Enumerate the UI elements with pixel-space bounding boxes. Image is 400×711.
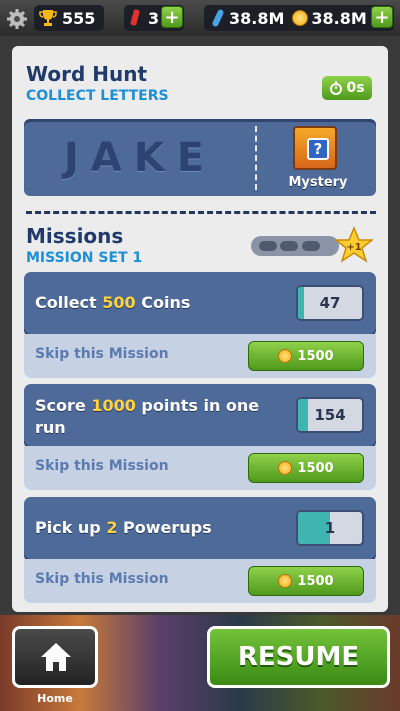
question-mark-icon: ? (307, 138, 329, 160)
home-icon (41, 643, 71, 671)
boards-count: 38.8M (229, 8, 285, 28)
mission-target: 2 (106, 518, 118, 537)
mission-text: Collect (35, 293, 103, 312)
stopwatch-icon (330, 81, 343, 95)
coin-icon (278, 574, 293, 588)
mission-description: Score 1000 points in one run (35, 395, 285, 439)
mission-text: Score (35, 396, 92, 415)
mission-description: Pick up 2 Powerups (35, 517, 285, 539)
skip-mission-label: Skip this Mission (35, 346, 169, 362)
trophy-count: 555 (62, 8, 96, 28)
skip-cost: 1500 (297, 348, 334, 364)
skip-mission-button[interactable]: 1500 (248, 566, 364, 596)
skip-mission-row: Skip this Mission 1500 (24, 559, 376, 603)
resume-button[interactable]: RESUME (207, 626, 390, 688)
trophy-icon (39, 10, 57, 26)
mission-target: 1000 (91, 396, 136, 415)
missions-title: Missions (26, 224, 124, 248)
mission-target: 500 (102, 293, 136, 312)
mission-progress-fill (298, 287, 304, 319)
mission-set-progress (251, 236, 339, 256)
word-hunt-subtitle: COLLECT LETTERS (26, 88, 169, 104)
word-divider (255, 126, 257, 190)
skip-cost: 1500 (297, 460, 334, 476)
mission-card: Collect 500 Coins 47 (24, 272, 376, 334)
hoverboard-icon (212, 9, 224, 27)
mission-counter-value: 47 (319, 294, 341, 312)
mission-counter: 47 (296, 285, 364, 321)
key-icon (130, 9, 140, 26)
mission-counter: 1 (296, 510, 364, 546)
progress-segment (301, 241, 320, 251)
home-button[interactable] (12, 626, 98, 688)
mystery-label: Mystery (288, 175, 348, 190)
add-coins-button[interactable]: + (371, 6, 393, 28)
timer-value: 0s (346, 80, 365, 96)
timer-badge: 0s (322, 76, 372, 100)
mission-text: Pick up (35, 518, 107, 537)
skip-mission-row: Skip this Mission 1500 (24, 334, 376, 378)
coin-icon (278, 461, 293, 475)
mission-set-label: MISSION SET 1 (26, 250, 143, 266)
mystery-box-icon: ? (293, 126, 337, 170)
progress-segment (258, 241, 277, 251)
progress-segment (280, 241, 298, 251)
mission-counter-value: 1 (324, 519, 336, 537)
star-multiplier-icon: +1 (335, 226, 373, 263)
keys-counter: 3 + (124, 5, 184, 31)
coins-count: 38.8M (311, 8, 367, 28)
skip-mission-row: Skip this Mission 1500 (24, 446, 376, 490)
word-hunt-letters: JAKE (63, 135, 217, 181)
add-keys-button[interactable]: + (161, 6, 183, 28)
gear-icon[interactable] (6, 8, 28, 30)
top-bar: 555 3 + 38.8M 38.8M + (0, 0, 400, 36)
mission-text: Powerups (117, 518, 212, 537)
skip-cost: 1500 (297, 573, 334, 589)
coin-icon (292, 10, 309, 26)
mission-description: Collect 500 Coins (35, 292, 285, 314)
mission-progress-fill (298, 399, 308, 431)
mission-card: Score 1000 points in one run 154 (24, 384, 376, 446)
coin-icon (278, 349, 293, 363)
mission-counter-value: 154 (314, 406, 346, 424)
skip-mission-label: Skip this Mission (35, 458, 169, 474)
keys-count: 3 (148, 8, 160, 28)
skip-mission-button[interactable]: 1500 (248, 453, 364, 483)
star-multiplier-label: +1 (346, 242, 361, 253)
skip-mission-button[interactable]: 1500 (248, 341, 364, 371)
skip-mission-label: Skip this Mission (35, 571, 169, 587)
mission-counter: 154 (296, 397, 364, 433)
word-hunt-title: Word Hunt (26, 62, 148, 86)
mission-text: Coins (135, 293, 191, 312)
currency-counter: 38.8M 38.8M + (204, 5, 394, 31)
section-divider (26, 211, 376, 214)
trophy-counter: 555 (34, 5, 104, 31)
home-label: Home (37, 692, 73, 705)
mission-card: Pick up 2 Powerups 1 (24, 497, 376, 559)
